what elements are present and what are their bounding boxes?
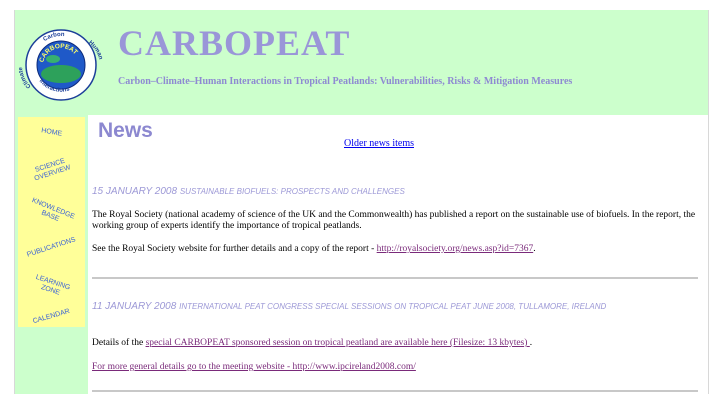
site-header: Carbon Climate Human Interactions CARBOP…	[15, 10, 708, 115]
news-item-body: The Royal Society (national academy of s…	[92, 210, 696, 231]
divider	[92, 390, 698, 392]
nav-item-publications[interactable]: Publications	[18, 234, 84, 262]
site-subtitle: Carbon–Climate–Human Interactions in Tro…	[118, 76, 573, 87]
divider	[92, 277, 698, 279]
nav-item-home[interactable]: Home	[18, 123, 85, 143]
page-title: News	[98, 119, 153, 142]
nav-item-science-overview[interactable]: Science Overview	[17, 152, 86, 188]
news-item-headline: International Peat Congress Special Sess…	[179, 302, 607, 311]
news-item-text: .	[529, 338, 533, 348]
carbopeat-logo[interactable]: Carbon Climate Human Interactions CARBOP…	[19, 12, 103, 112]
news-item-text: See the Royal Society website for furthe…	[92, 244, 377, 254]
older-news-link[interactable]: Older news items	[344, 138, 414, 149]
news-item-body: For more general details go to the meeti…	[92, 362, 697, 373]
site-title: CARBOPEAT	[118, 23, 351, 63]
nav-item-knowledge-base[interactable]: Knowledge Base	[17, 193, 85, 233]
news-item-title: 11 JANUARY 2008 International Peat Congr…	[92, 301, 692, 313]
page-frame: Carbon Climate Human Interactions CARBOP…	[14, 10, 709, 394]
nav-item-calendar[interactable]: Calendar	[18, 304, 85, 330]
news-item-body: Details of the special CARBOPEAT sponsor…	[92, 338, 697, 349]
special-session-link[interactable]: special CARBOPEAT sponsored session on t…	[146, 338, 530, 348]
news-item-date: 11 JANUARY 2008	[92, 301, 177, 312]
news-item-headline: Sustainable Biofuels: Prospects and Chal…	[179, 187, 405, 196]
royal-society-link[interactable]: http://royalsociety.org/news.asp?id=7367	[377, 244, 534, 254]
news-item-body: See the Royal Society website for furthe…	[92, 244, 697, 255]
nav-item-learning-zone[interactable]: Learning Zone	[17, 269, 86, 305]
news-item-text: Details of the	[92, 338, 146, 348]
main-content: News Older news items 15 JANUARY 2008 Su…	[88, 115, 708, 394]
news-item-text: .	[533, 244, 536, 254]
meeting-website-link[interactable]: For more general details go to the meeti…	[92, 362, 416, 372]
news-item-title: 15 JANUARY 2008 Sustainable Biofuels: Pr…	[92, 186, 692, 198]
sidebar: Home Science Overview Knowledge Base Pub…	[15, 115, 88, 394]
news-item-date: 15 JANUARY 2008	[92, 186, 178, 197]
nav-menu: Home Science Overview Knowledge Base Pub…	[18, 117, 85, 327]
